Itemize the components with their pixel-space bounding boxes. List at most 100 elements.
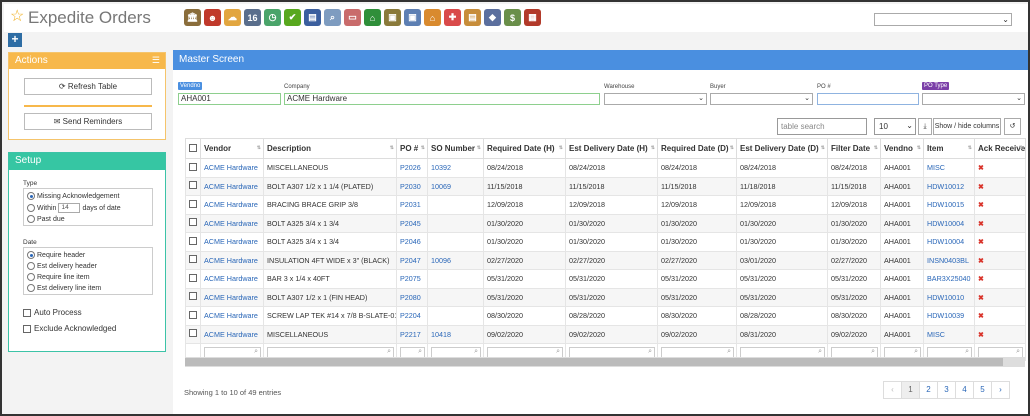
reset-button[interactable]: ↺ xyxy=(1004,118,1021,135)
table-cell[interactable]: HDW10015 xyxy=(923,195,975,215)
basket-icon[interactable]: ⌂ xyxy=(364,9,381,26)
sort-icon[interactable]: ⇅ xyxy=(477,145,481,151)
column-filter-input[interactable]: ⌕ xyxy=(569,346,655,358)
column-header[interactable]: Required Date (H) ⇅ xyxy=(483,138,566,159)
ledger-icon[interactable]: ▤ xyxy=(304,9,321,26)
column-filter-input[interactable]: ⌕ xyxy=(400,346,425,358)
column-header[interactable]: Vendor ⇅ xyxy=(200,138,264,159)
tag-icon[interactable]: ◆ xyxy=(484,9,501,26)
calendar-icon[interactable]: 16 xyxy=(244,9,261,26)
table-cell[interactable]: P2204 xyxy=(396,306,428,326)
select-all-checkbox[interactable] xyxy=(189,143,197,152)
row-checkbox[interactable] xyxy=(189,329,197,338)
table-cell[interactable] xyxy=(427,232,484,252)
table-cell[interactable]: P2217 xyxy=(396,324,428,344)
table-cell[interactable]: 10392 xyxy=(427,158,484,178)
warehouse-select[interactable]: ⌄ xyxy=(604,93,707,105)
box-in-icon[interactable]: ▣ xyxy=(384,9,401,26)
table-cell[interactable]: BAR3X25040 xyxy=(923,269,975,289)
table-cell[interactable]: HDW10039 xyxy=(923,306,975,326)
row-select-cell[interactable] xyxy=(185,158,201,178)
column-filter-input[interactable]: ⌕ xyxy=(267,346,394,358)
table-cell[interactable]: ACME Hardware xyxy=(200,287,264,307)
row-checkbox[interactable] xyxy=(189,292,197,301)
export-button[interactable]: ⤓ xyxy=(918,118,932,135)
table-cell[interactable]: 10069 xyxy=(427,176,484,196)
clock-icon[interactable]: ◷ xyxy=(264,9,281,26)
next-page-button[interactable]: › xyxy=(991,381,1010,399)
row-checkbox[interactable] xyxy=(189,181,197,190)
table-search-input[interactable]: table search xyxy=(777,118,867,135)
scrollbar-thumb[interactable] xyxy=(185,358,1003,366)
row-select-cell[interactable] xyxy=(185,287,201,307)
potype-select[interactable]: ⌄ xyxy=(922,93,1025,105)
refresh-table-button[interactable]: ⟳ Refresh Table xyxy=(24,78,152,95)
row-checkbox[interactable] xyxy=(189,273,197,282)
page-button[interactable]: 3 xyxy=(937,381,956,399)
table-cell[interactable]: P2045 xyxy=(396,213,428,233)
note-icon[interactable]: ▤ xyxy=(464,9,481,26)
column-header[interactable]: SO Number ⇅ xyxy=(427,138,484,159)
row-select-cell[interactable] xyxy=(185,232,201,252)
table-row[interactable]: ACME Hardware BAR 3 x 1/4 x 40FT P2075 05/3… xyxy=(185,269,1026,289)
sort-icon[interactable]: ⇅ xyxy=(651,145,655,151)
auto-process-checkbox[interactable]: Auto Process xyxy=(23,308,82,317)
cart-icon[interactable]: ⌂ xyxy=(424,9,441,26)
radio-missing-ack[interactable]: Missing Acknowledgement xyxy=(27,192,120,200)
select-all-cell[interactable] xyxy=(185,138,201,159)
table-cell[interactable]: P2075 xyxy=(396,269,428,289)
row-select-cell[interactable] xyxy=(185,324,201,344)
row-checkbox[interactable] xyxy=(189,218,197,227)
row-checkbox[interactable] xyxy=(189,199,197,208)
table-cell[interactable]: HDW10010 xyxy=(923,287,975,307)
sort-icon[interactable]: ⇅ xyxy=(917,145,921,151)
table-cell[interactable] xyxy=(427,213,484,233)
table-row[interactable]: ACME Hardware BOLT A307 1/2 x 1 (FIN HEAD… xyxy=(185,287,1026,307)
table-row[interactable]: ACME Hardware BOLT A325 3/4 x 1 3/4 P2045 0… xyxy=(185,213,1026,233)
column-header[interactable]: Vendno ⇅ xyxy=(880,138,924,159)
checkmark-icon[interactable]: ✔ xyxy=(284,9,301,26)
menu-icon[interactable]: ☰ xyxy=(152,55,160,66)
sort-icon[interactable]: ⇅ xyxy=(390,145,394,151)
bank-icon[interactable]: 🏛 xyxy=(184,9,201,26)
company-input[interactable]: ACME Hardware xyxy=(284,93,600,105)
top-search-select[interactable]: ⌄ xyxy=(874,13,1012,26)
row-checkbox[interactable] xyxy=(189,162,197,171)
box-out-icon[interactable]: ▣ xyxy=(404,9,421,26)
table-cell[interactable]: P2047 xyxy=(396,250,428,270)
table-cell[interactable]: ACME Hardware xyxy=(200,232,264,252)
send-reminders-button[interactable]: ✉ Send Reminders xyxy=(24,113,152,130)
sort-icon[interactable]: ⇅ xyxy=(730,145,734,151)
column-filter-input[interactable]: ⌕ xyxy=(884,346,921,358)
column-filter-input[interactable]: ⌕ xyxy=(661,346,734,358)
screen-icon[interactable]: ▭ xyxy=(344,9,361,26)
table-cell[interactable]: ACME Hardware xyxy=(200,306,264,326)
column-header[interactable]: Item ⇅ xyxy=(923,138,975,159)
prev-page-button[interactable]: ‹ xyxy=(883,381,902,399)
table-cell[interactable] xyxy=(427,269,484,289)
table-cell[interactable] xyxy=(427,195,484,215)
table-cell[interactable]: INSN0403BL xyxy=(923,250,975,270)
table-cell[interactable] xyxy=(427,287,484,307)
table-cell[interactable] xyxy=(427,306,484,326)
page-button[interactable]: 2 xyxy=(919,381,938,399)
row-select-cell[interactable] xyxy=(185,269,201,289)
column-filter-input[interactable]: ⌕ xyxy=(204,346,261,358)
po-number-input[interactable] xyxy=(817,93,919,105)
table-cell[interactable]: MISC xyxy=(923,324,975,344)
column-header[interactable]: Est Delivery Date (D) ⇅ xyxy=(736,138,828,159)
table-cell[interactable]: P2030 xyxy=(396,176,428,196)
table-cell[interactable]: ACME Hardware xyxy=(200,176,264,196)
horizontal-scrollbar[interactable] xyxy=(185,357,1025,367)
column-header[interactable]: Est Delivery Date (H) ⇅ xyxy=(565,138,658,159)
sort-icon[interactable]: ⇅ xyxy=(874,145,878,151)
sort-icon[interactable]: ⇅ xyxy=(559,145,563,151)
table-cell[interactable]: P2080 xyxy=(396,287,428,307)
table-cell[interactable]: HDW10004 xyxy=(923,232,975,252)
sort-icon[interactable]: ⇅ xyxy=(257,145,261,151)
table-row[interactable]: ACME Hardware INSULATION 4FT WIDE x 3" (B… xyxy=(185,250,1026,270)
table-cell[interactable]: 10418 xyxy=(427,324,484,344)
table-row[interactable]: ACME Hardware MISCELLANEOUS P2217 10418 09/0… xyxy=(185,324,1026,344)
sort-icon[interactable]: ⇅ xyxy=(821,145,825,151)
table-cell[interactable]: MISC xyxy=(923,158,975,178)
